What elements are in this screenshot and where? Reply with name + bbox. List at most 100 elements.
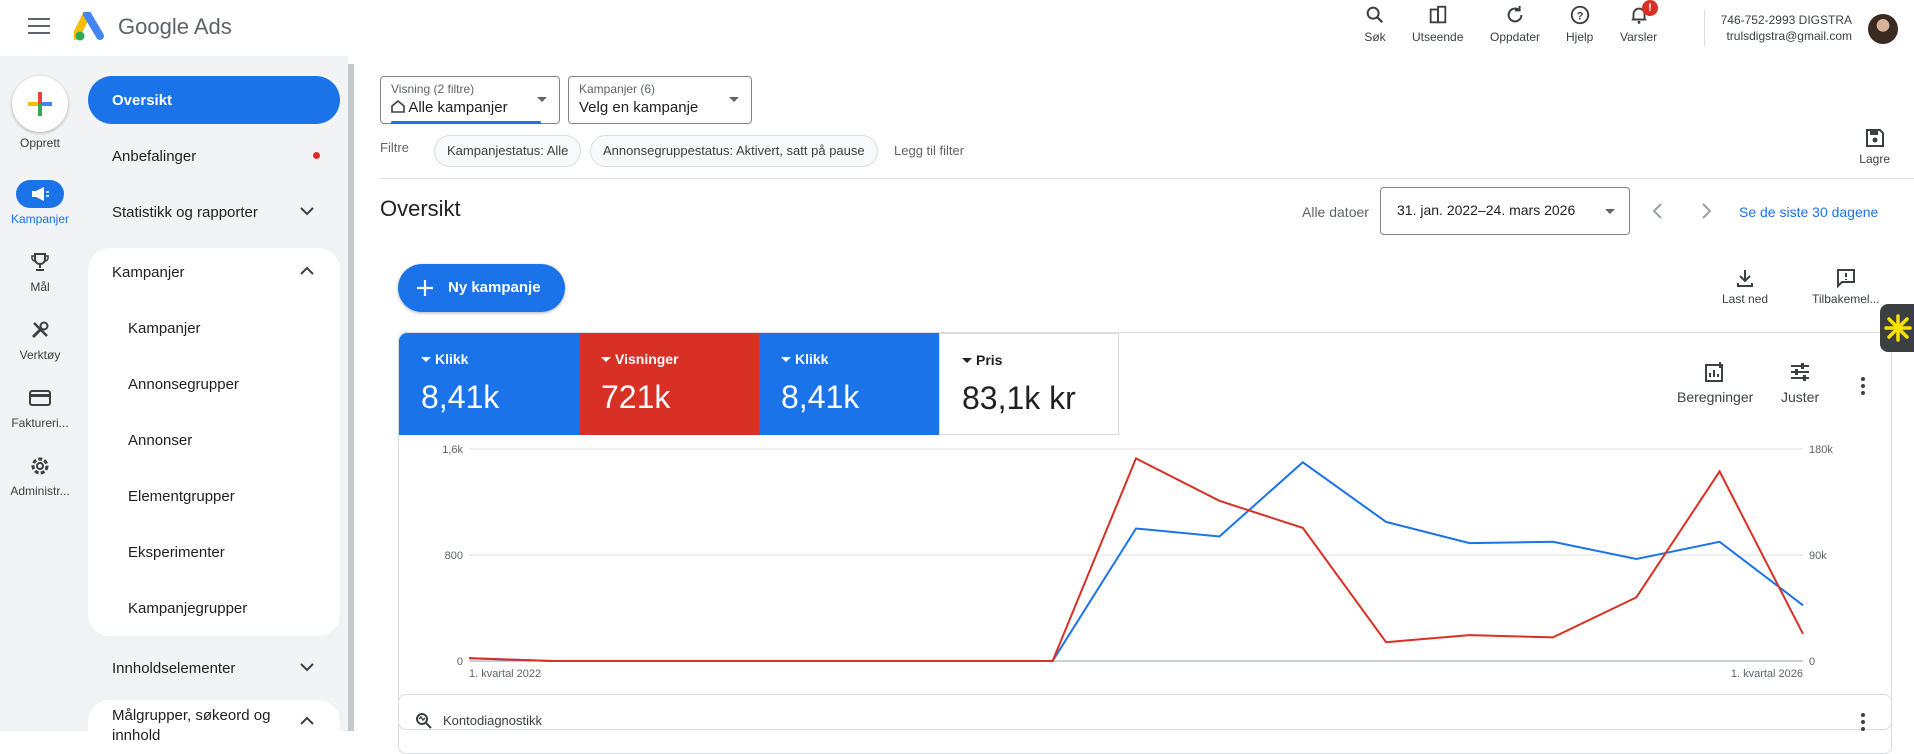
- metric-tile-clicks-2[interactable]: Klikk 8,41k: [759, 333, 939, 435]
- nav-sub-item[interactable]: Kampanjer: [88, 304, 340, 352]
- more-vert-icon[interactable]: [1861, 377, 1865, 398]
- create-label: Opprett: [19, 136, 61, 150]
- account-id: 746-752-2993 DIGSTRA: [1720, 13, 1852, 27]
- home-icon: [391, 99, 405, 113]
- save-button[interactable]: Lagre: [1859, 128, 1890, 166]
- x-tick-label: 1. kvartal 2022: [469, 668, 541, 680]
- main-content: Visning (2 filtre) Alle kampanjer Kampan…: [354, 56, 1914, 754]
- filters-label: Filtre: [380, 140, 409, 155]
- filter-chip-adgroup-status[interactable]: Annonsegruppestatus: Aktivert, satt på p…: [590, 135, 878, 167]
- rail-item-billing[interactable]: Faktureri...: [0, 384, 80, 430]
- download-label: Last ned: [1722, 292, 1769, 306]
- nav-panel: Oversikt Anbefalinger Statistikk og rapp…: [80, 56, 348, 752]
- refresh-label: Oppdater: [1490, 30, 1541, 44]
- download-icon: [1737, 270, 1754, 287]
- avatar[interactable]: [1868, 14, 1898, 44]
- chevron-down-icon: [300, 663, 314, 672]
- nav-label: Innholdselementer: [112, 659, 236, 677]
- nav-item-overview[interactable]: Oversikt: [88, 76, 340, 124]
- new-campaign-button[interactable]: Ny kampanje: [398, 264, 565, 312]
- metric-label: Klikk: [421, 351, 557, 367]
- next-period-icon[interactable]: [1696, 201, 1716, 221]
- filter-divider: [380, 178, 1914, 179]
- menu-icon[interactable]: [28, 18, 50, 36]
- rail-item-tools[interactable]: Verktøy: [0, 316, 80, 362]
- last-30-days-link[interactable]: Se de siste 30 dagene: [1739, 204, 1878, 220]
- help-icon: ?: [1570, 5, 1589, 25]
- campaign-selector-label: Kampanjer (6): [579, 82, 656, 96]
- calculations-icon: [1705, 362, 1724, 382]
- metric-value: 8,41k: [421, 379, 500, 415]
- help-tool[interactable]: ? Hjelp: [1566, 4, 1593, 44]
- campaign-selector[interactable]: Kampanjer (6) Velg en kampanje: [568, 76, 752, 124]
- diagnostics-label: Kontodiagnostikk: [443, 713, 543, 728]
- create-button[interactable]: [12, 76, 68, 132]
- plus-icon: [28, 92, 52, 116]
- nav-sub-item[interactable]: Annonser: [88, 416, 340, 464]
- nav-item-stats[interactable]: Statistikk og rapporter: [88, 188, 340, 236]
- y-right-tick-label: 0: [1809, 656, 1815, 668]
- nav-sub-label: Kampanjer: [128, 319, 201, 337]
- rail-item-admin[interactable]: Administr...: [0, 452, 80, 498]
- performance-chart: 0 0 800 90k 1,6k 180k 1. kvartal 2022 1. kvarta…: [442, 444, 1833, 680]
- metric-tile-cost[interactable]: Pris 83,1k kr: [939, 333, 1119, 435]
- rail-item-campaigns[interactable]: Kampanjer: [0, 180, 80, 226]
- rail-item-goals[interactable]: Mål: [0, 248, 80, 294]
- metric-tile-impressions[interactable]: Visninger 721k: [579, 333, 759, 435]
- download-button[interactable]: Last ned: [1722, 268, 1768, 306]
- overview-chart-card: Klikk 8,41k Visninger 721k Klikk 8,41k P…: [398, 332, 1892, 730]
- new-campaign-label: Ny kampanje: [448, 279, 541, 296]
- nav-sub-label: Elementgrupper: [128, 487, 235, 505]
- y-left-tick-label: 800: [445, 550, 463, 562]
- save-icon: [1865, 129, 1884, 147]
- account-info[interactable]: 746-752-2993 DIGSTRA trulsdigstra@gmail.…: [1721, 12, 1852, 44]
- series-line-2: [468, 457, 1804, 662]
- y-right-tick-label: 90k: [1809, 550, 1827, 562]
- nav-item-audiences[interactable]: Målgrupper, søkeord og innhold: [88, 700, 340, 752]
- metric-tile-clicks[interactable]: Klikk 8,41k: [399, 333, 579, 435]
- filter-chip-campaign-status[interactable]: Kampanjestatus: Alle: [434, 135, 582, 167]
- caret-down-icon: [1605, 209, 1615, 214]
- view-selector-label: Visning (2 filtre): [391, 82, 475, 96]
- calculations-button[interactable]: Beregninger: [1677, 361, 1753, 405]
- date-range-label: Alle datoer: [1302, 204, 1369, 220]
- x-tick-label: 1. kvartal 2026: [1731, 668, 1803, 680]
- refresh-tool[interactable]: Oppdater: [1490, 4, 1540, 44]
- view-selector-value: Alle kampanjer: [391, 99, 549, 116]
- nav-sub-item[interactable]: Elementgrupper: [88, 472, 340, 520]
- help-label: Hjelp: [1566, 30, 1594, 44]
- nav-sub-label: Eksperimenter: [128, 543, 225, 561]
- diagnostics-card[interactable]: Kontodiagnostikk: [398, 694, 1892, 754]
- view-selector[interactable]: Visning (2 filtre) Alle kampanjer: [380, 76, 560, 124]
- appearance-tool[interactable]: Utseende: [1412, 4, 1463, 44]
- date-range-value: 31. jan. 2022–24. mars 2026: [1397, 202, 1576, 218]
- nav-sub-label: Annonser: [128, 431, 193, 449]
- trophy-icon: [31, 253, 49, 271]
- search-tool[interactable]: Søk: [1364, 4, 1386, 44]
- caret-down-icon: [537, 97, 547, 102]
- alerts-tool[interactable]: Varsler !: [1620, 0, 1658, 44]
- rail-label-campaigns: Kampanjer: [10, 212, 70, 226]
- feedback-icon: [1836, 269, 1855, 288]
- series-line-1: [468, 461, 1804, 662]
- nav-item-campaigns-group[interactable]: Kampanjer: [88, 248, 340, 296]
- feedback-button[interactable]: Tilbakemel...: [1812, 268, 1880, 306]
- nav-sub-item[interactable]: Eksperimenter: [88, 528, 340, 576]
- nav-sub-item[interactable]: Kampanjegrupper: [88, 584, 340, 632]
- top-bar: Google Ads Søk Utseende Oppdater ? Hjelp…: [0, 0, 1914, 56]
- nav-item-recommendations[interactable]: Anbefalinger: [88, 132, 340, 180]
- date-range-picker[interactable]: 31. jan. 2022–24. mars 2026: [1380, 187, 1630, 235]
- adjust-button[interactable]: Juster: [1781, 361, 1819, 405]
- rail-label-billing: Faktureri...: [11, 416, 69, 430]
- alerts-label: Varsler: [1620, 30, 1658, 44]
- feedback-label: Tilbakemel...: [1812, 292, 1880, 306]
- nav-item-assets[interactable]: Innholdselementer: [88, 644, 340, 692]
- google-ads-logo[interactable]: [74, 12, 108, 42]
- nav-group-campaigns: Kampanjer Kampanjer Annonsegrupper Annon…: [88, 248, 340, 636]
- nav-sub-item[interactable]: Annonsegrupper: [88, 360, 340, 408]
- plus-icon: [417, 280, 433, 296]
- add-filter-button[interactable]: Legg til filter: [894, 143, 964, 158]
- prev-period-icon[interactable]: [1648, 201, 1668, 221]
- side-badge[interactable]: [1880, 304, 1914, 352]
- chevron-up-icon: [300, 716, 314, 725]
